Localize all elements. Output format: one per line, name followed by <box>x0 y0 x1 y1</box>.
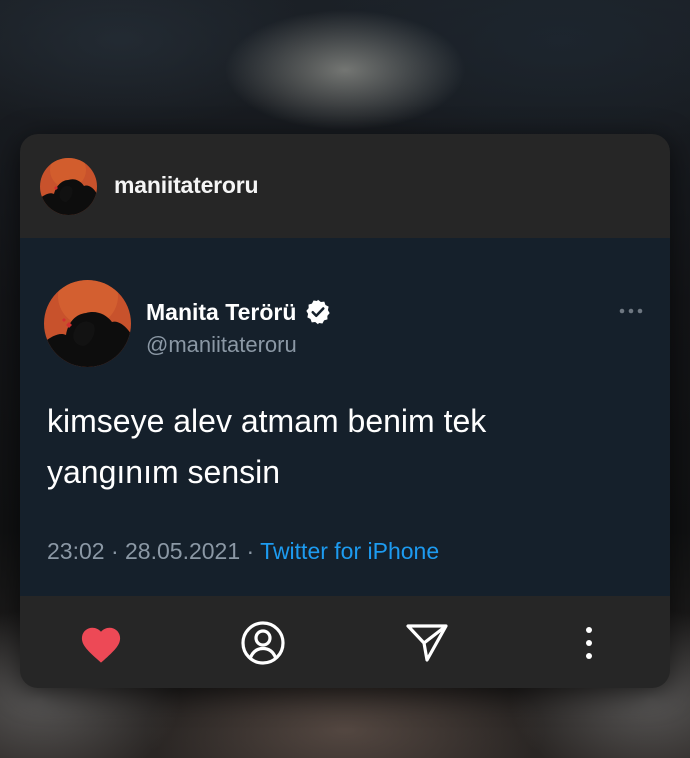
tweet-meta: 23:02 · 28.05.2021 · Twitter for iPhone <box>47 538 439 565</box>
tweet-source-link[interactable]: Twitter for iPhone <box>260 538 439 564</box>
tweet-embed: Manita Terörü @maniitateroru kimseye ale… <box>20 238 670 596</box>
post-header: maniitateroru <box>20 134 670 238</box>
tweet-display-name[interactable]: Manita Terörü <box>146 298 332 326</box>
meta-separator: · <box>240 538 261 564</box>
shared-post-card: maniitateroru Manita Terörü @maniitatero <box>20 134 670 688</box>
heart-icon[interactable] <box>76 618 126 668</box>
display-name-text: Manita Terörü <box>146 298 297 325</box>
profile-icon[interactable] <box>238 618 288 668</box>
send-icon[interactable] <box>402 618 452 668</box>
post-username[interactable]: maniitateroru <box>114 172 259 199</box>
tweet-date: 28.05.2021 <box>125 538 241 564</box>
tweet-time: 23:02 <box>47 538 105 564</box>
more-vertical-icon[interactable] <box>564 618 614 668</box>
meta-separator: · <box>104 538 126 564</box>
verified-badge-icon <box>304 298 332 326</box>
tweet-text-line: kimseye alev atmam benim tek <box>47 403 487 439</box>
avatar[interactable] <box>40 158 97 215</box>
tweet-handle[interactable]: @maniitateroru <box>146 332 297 358</box>
tweet-avatar[interactable] <box>44 280 131 367</box>
tweet-text-line: yangınım sensin <box>47 454 281 490</box>
tweet-text: kimseye alev atmam benim tek yangınım se… <box>47 396 607 498</box>
more-horizontal-icon[interactable] <box>618 302 644 314</box>
